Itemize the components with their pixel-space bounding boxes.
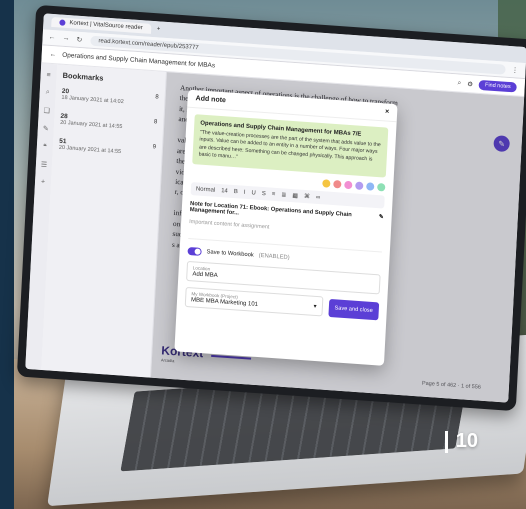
bookmark-item[interactable]: 28 20 January 2021 at 14:55 8	[60, 113, 157, 133]
toggle-label: Save to Workbook	[206, 249, 254, 259]
color-swatch[interactable]	[322, 179, 331, 188]
save-and-close-button[interactable]: Save and close	[328, 299, 380, 321]
toolbar-button[interactable]: ∞	[316, 194, 321, 200]
kortext-favicon-icon	[59, 19, 66, 26]
plus-rail-icon[interactable]: +	[41, 179, 45, 186]
notes-rail-icon[interactable]: ✎	[43, 125, 49, 133]
find-notes-button[interactable]: Find notes	[478, 79, 517, 93]
edit-icon[interactable]: ✎	[378, 214, 384, 226]
laptop-screen: Kortext | VitalSource reader + ← → ↻ rea…	[25, 13, 526, 403]
toolbar-button[interactable]: ▦	[292, 192, 298, 199]
bookmark-page: 8	[153, 119, 158, 126]
toolbar-button[interactable]: ≡	[272, 191, 276, 197]
page-number-divider	[444, 430, 448, 453]
color-swatch[interactable]	[333, 180, 342, 189]
bookmarks-panel: Bookmarks 20 18 January 2021 at 14:02 8 …	[41, 64, 167, 378]
toolbar-button[interactable]: ≣	[281, 191, 286, 198]
forward-icon[interactable]: →	[62, 35, 70, 43]
add-note-dialog: Add note × Operations and Supply Chain M…	[174, 89, 398, 366]
back-arrow-icon[interactable]: ←	[50, 51, 57, 58]
toolbar-button[interactable]: S	[262, 191, 266, 197]
page-number: 10	[455, 430, 478, 452]
bookmark-page: 8	[155, 94, 159, 101]
laptop-screen-frame: Kortext | VitalSource reader + ← → ↻ rea…	[16, 4, 526, 412]
toc-rail-icon[interactable]: ☰	[41, 160, 48, 168]
search-rail-icon[interactable]: ⌕	[46, 89, 50, 97]
toolbar-button[interactable]: U	[251, 190, 256, 196]
back-icon[interactable]: ←	[48, 34, 56, 42]
page-number-badge: 10	[444, 430, 478, 453]
reload-icon[interactable]: ↻	[76, 35, 84, 44]
tab-title: Kortext | VitalSource reader	[69, 20, 143, 32]
search-icon[interactable]: ⌕	[457, 79, 461, 87]
chevron-down-icon: ▾	[313, 303, 317, 310]
color-swatch[interactable]	[344, 180, 353, 190]
bookmark-page: 9	[152, 144, 157, 151]
toolbar-button[interactable]: Normal	[196, 186, 216, 193]
toolbar-button[interactable]: B	[234, 189, 238, 195]
quote-rail-icon[interactable]: ❝	[43, 143, 47, 151]
color-swatch[interactable]	[377, 183, 386, 192]
frame-left-band	[0, 0, 14, 509]
dialog-title: Add note	[195, 95, 227, 105]
color-swatch[interactable]	[366, 182, 375, 191]
toolbar-button[interactable]: I	[244, 189, 246, 195]
highlight-quote-block: Operations and Supply Chain Management f…	[192, 114, 389, 178]
settings-icon[interactable]: ⚙	[467, 80, 473, 88]
bookmark-rail-icon[interactable]: ❏	[43, 107, 50, 115]
menu-hamburger-icon[interactable]: ≡	[46, 72, 50, 79]
bookmark-item[interactable]: 20 18 January 2021 at 14:02 8	[61, 88, 158, 108]
workbook-toggle[interactable]	[187, 247, 202, 257]
toolbar-button[interactable]: 14	[221, 188, 228, 194]
bookmarks-title: Bookmarks	[62, 70, 104, 83]
bookmark-item[interactable]: 51 20 January 2021 at 14:55 9	[59, 138, 156, 158]
close-icon[interactable]: ×	[385, 108, 389, 115]
color-swatch[interactable]	[355, 181, 364, 191]
toolbar-button[interactable]: ⌘	[304, 193, 310, 200]
toggle-status: (ENABLED)	[258, 253, 290, 262]
menu-icon[interactable]: ⋮	[511, 66, 519, 75]
new-tab-icon[interactable]: +	[157, 26, 161, 32]
project-select[interactable]: My Workbook (Project) MBE MBA Marketing …	[184, 287, 324, 317]
